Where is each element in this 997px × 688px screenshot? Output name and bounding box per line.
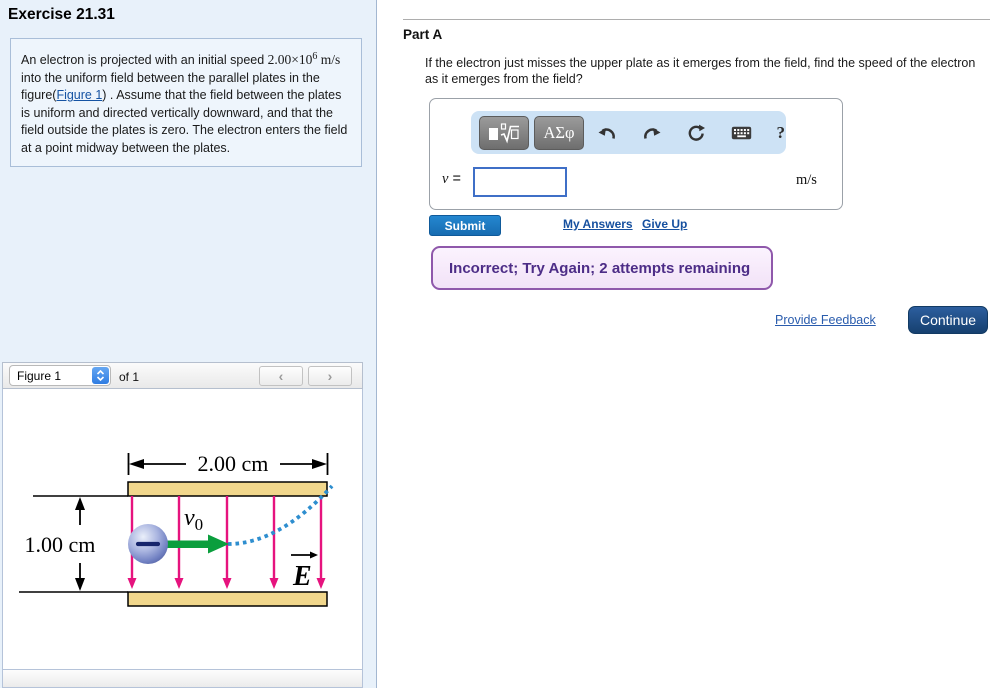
chevron-left-icon: ‹ xyxy=(278,368,284,384)
keyboard-icon[interactable] xyxy=(731,126,752,140)
physics-diagram: 2.00 cm 1.00 cm v0 E xyxy=(19,451,334,607)
continue-button[interactable]: Continue xyxy=(908,306,988,334)
initial-velocity-label: v0 xyxy=(184,505,203,534)
bottom-plate xyxy=(127,591,328,607)
figure-viewer-toolbar: Figure 1 of 1 ‹ › xyxy=(2,362,363,389)
divider xyxy=(403,19,990,20)
figure-viewer: Figure 1 of 1 ‹ › 2.00 cm 1.00 cm v0 E xyxy=(2,362,363,688)
figure-select[interactable]: Figure 1 xyxy=(9,365,111,386)
problem-text: An electron is projected with an initial… xyxy=(21,53,268,68)
toolbar-icons: ? xyxy=(597,123,785,143)
figure-count-label: of 1 xyxy=(119,370,140,384)
figure-1-link[interactable]: Figure 1 xyxy=(56,88,102,102)
give-up-link[interactable]: Give Up xyxy=(642,217,687,231)
previous-figure-button[interactable]: ‹ xyxy=(259,366,303,386)
help-icon[interactable]: ? xyxy=(777,123,786,143)
question-text: If the electron just misses the upper pl… xyxy=(425,56,976,86)
redo-icon[interactable] xyxy=(642,125,662,141)
figure-viewer-footer xyxy=(2,670,363,688)
unit-label: m/s xyxy=(796,172,817,188)
my-answers-link[interactable]: My Answers xyxy=(563,217,633,231)
figure-canvas: 2.00 cm 1.00 cm v0 E xyxy=(2,389,363,670)
exercise-panel: Exercise 21.31 An electron is projected … xyxy=(0,0,377,688)
math-templates-button[interactable] xyxy=(479,115,529,150)
top-plate xyxy=(127,481,328,497)
reset-icon[interactable] xyxy=(687,124,706,142)
greek-symbols-button[interactable]: ΑΣφ xyxy=(534,115,584,150)
feedback-message: Incorrect; Try Again; 2 attempts remaini… xyxy=(431,246,773,290)
page-title: Exercise 21.31 xyxy=(8,6,115,23)
plate-gap-label: 1.00 cm xyxy=(25,532,96,557)
variable-label: v = xyxy=(442,171,461,187)
equation-toolbar: ΑΣφ ? xyxy=(471,111,786,154)
problem-statement: An electron is projected with an initial… xyxy=(10,38,362,168)
electric-field-label: E xyxy=(292,561,312,592)
submit-button[interactable]: Submit xyxy=(429,215,501,236)
math-templates-icon xyxy=(489,122,519,144)
figure-select-value: Figure 1 xyxy=(17,368,62,383)
undo-icon[interactable] xyxy=(597,125,617,141)
chevron-right-icon: › xyxy=(327,368,333,384)
speed-unit: m/s xyxy=(317,52,341,68)
provide-feedback-link[interactable]: Provide Feedback xyxy=(775,313,876,327)
answer-input[interactable] xyxy=(473,167,567,197)
velocity-arrow xyxy=(164,540,210,548)
plate-width-label: 2.00 cm xyxy=(198,451,269,476)
answer-widget: ΑΣφ ? v = m/s xyxy=(429,98,843,210)
stepper-icon[interactable] xyxy=(92,367,109,384)
speed-value: 2.00×10 xyxy=(267,52,313,68)
next-figure-button[interactable]: › xyxy=(308,366,352,386)
part-heading: Part A xyxy=(403,27,443,42)
part-a-panel: Part A If the electron just misses the u… xyxy=(377,0,997,688)
